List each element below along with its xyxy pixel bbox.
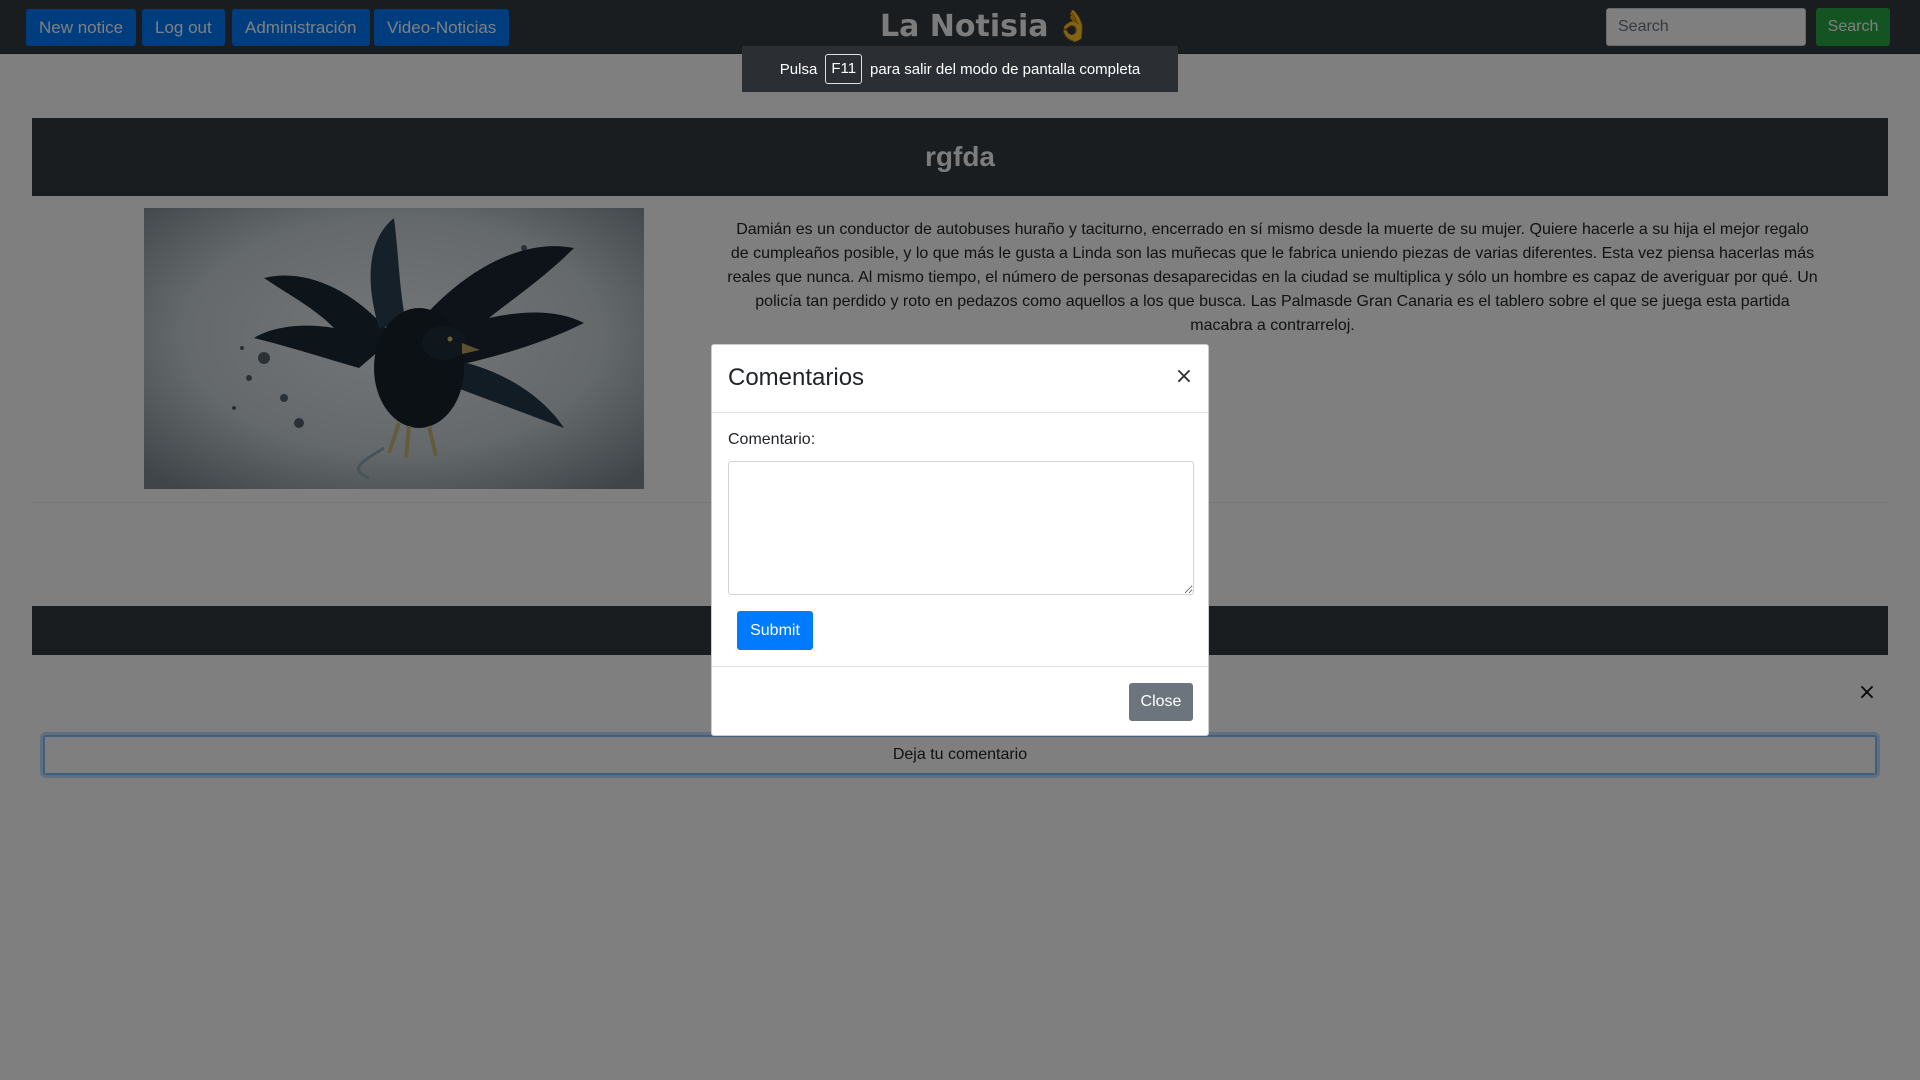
fullscreen-notice-suffix: para salir del modo de pantalla completa [870, 60, 1141, 78]
modal-header: Comentarios × [712, 345, 1208, 413]
submit-button[interactable]: Submit [737, 611, 813, 650]
comment-textarea[interactable] [728, 461, 1194, 595]
fullscreen-notice: Pulsa F11 para salir del modo de pantall… [742, 46, 1178, 92]
modal-close-icon[interactable]: × [1172, 363, 1196, 391]
modal-title: Comentarios [728, 364, 865, 391]
close-button[interactable]: Close [1129, 683, 1193, 721]
comments-modal: Comentarios × Comentario: Submit Close [711, 344, 1209, 736]
fullscreen-notice-prefix: Pulsa [779, 60, 818, 78]
f11-key: F11 [825, 54, 863, 84]
modal-footer: Close [712, 666, 1208, 737]
comment-label: Comentario: [728, 431, 816, 448]
